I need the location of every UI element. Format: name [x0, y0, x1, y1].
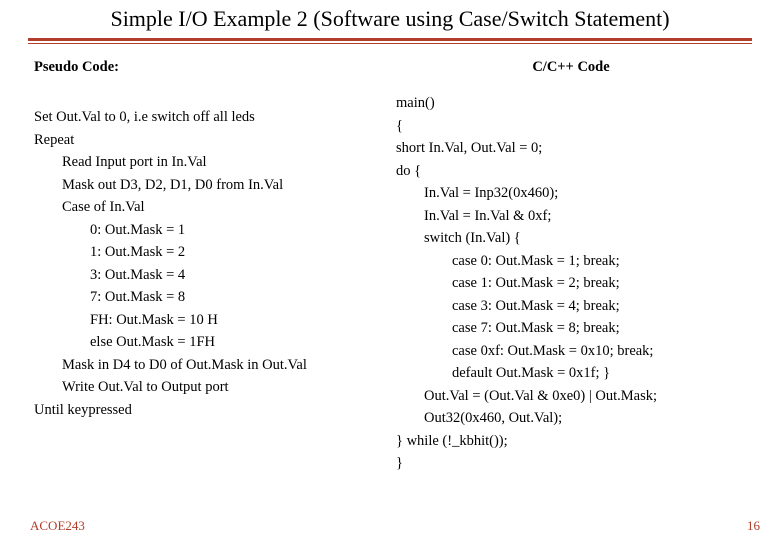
footer-left: ACOE243 [30, 518, 85, 534]
pseudo-line: 3: Out.Mask = 4 [34, 264, 384, 286]
pseudocode-column: Pseudo Code: Set Out.Val to 0, i.e switc… [28, 52, 390, 478]
pseudo-line: 7: Out.Mask = 8 [34, 286, 384, 308]
code-line: main() [396, 92, 746, 114]
pseudo-line: Repeat [34, 129, 384, 151]
code-line: Out32(0x460, Out.Val); [396, 407, 746, 429]
code-line: Out.Val = (Out.Val & 0xe0) | Out.Mask; [396, 385, 746, 407]
code-line: case 1: Out.Mask = 2; break; [396, 272, 746, 294]
pseudo-line: FH: Out.Mask = 10 H [34, 309, 384, 331]
code-column: C/C++ Code main() { short In.Val, Out.Va… [390, 52, 752, 478]
code-line: In.Val = Inp32(0x460); [396, 182, 746, 204]
pseudo-line: Until keypressed [34, 399, 384, 421]
code-line: short In.Val, Out.Val = 0; [396, 137, 746, 159]
code-line: } [396, 452, 746, 474]
code-line: case 7: Out.Mask = 8; break; [396, 317, 746, 339]
footer: ACOE243 16 [0, 518, 780, 534]
code-line: do { [396, 160, 746, 182]
content-columns: Pseudo Code: Set Out.Val to 0, i.e switc… [28, 52, 752, 478]
code-line: case 0: Out.Mask = 1; break; [396, 250, 746, 272]
code-line: case 3: Out.Mask = 4; break; [396, 295, 746, 317]
pseudo-line: Read Input port in In.Val [34, 151, 384, 173]
code-line: case 0xf: Out.Mask = 0x10; break; [396, 340, 746, 362]
title-rule [28, 38, 752, 44]
code-line: default Out.Mask = 0x1f; } [396, 362, 746, 384]
pseudo-line: Case of In.Val [34, 196, 384, 218]
pseudo-line: Mask out D3, D2, D1, D0 from In.Val [34, 174, 384, 196]
slide: Simple I/O Example 2 (Software using Cas… [0, 0, 780, 540]
pseudo-line: Set Out.Val to 0, i.e switch off all led… [34, 106, 384, 128]
slide-title: Simple I/O Example 2 (Software using Cas… [0, 0, 780, 36]
pseudocode-heading: Pseudo Code: [34, 56, 384, 78]
pseudo-line: Write Out.Val to Output port [34, 376, 384, 398]
code-line: switch (In.Val) { [396, 227, 746, 249]
code-line: { [396, 115, 746, 137]
pseudo-line: Mask in D4 to D0 of Out.Mask in Out.Val [34, 354, 384, 376]
pseudo-line: 0: Out.Mask = 1 [34, 219, 384, 241]
pseudo-line: else Out.Mask = 1FH [34, 331, 384, 353]
pseudo-line: 1: Out.Mask = 2 [34, 241, 384, 263]
code-heading: C/C++ Code [396, 56, 746, 78]
code-line: In.Val = In.Val & 0xf; [396, 205, 746, 227]
code-line: } while (!_kbhit()); [396, 430, 746, 452]
footer-page-number: 16 [747, 518, 760, 534]
